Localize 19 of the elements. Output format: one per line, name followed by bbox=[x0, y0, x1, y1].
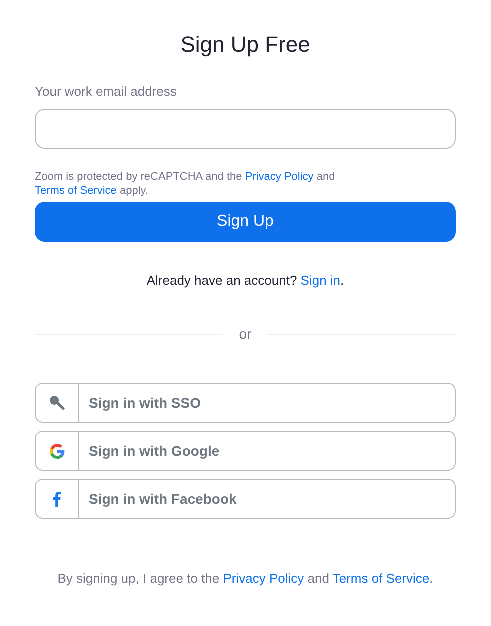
terms-footer: By signing up, I agree to the Privacy Policy and Terms of Service. bbox=[58, 569, 434, 588]
text-link[interactable]: Terms of Service bbox=[332, 571, 430, 586]
sign-in-provider-button[interactable]: Sign in with Facebook bbox=[35, 479, 456, 519]
divider-label: or bbox=[239, 325, 252, 344]
account-prompt: Already have an account? Sign in. bbox=[146, 272, 344, 290]
recaptcha-notice: Zoom is protected by reCAPTCHA and the Privacy Policy and Terms of Service apply. bbox=[35, 170, 336, 198]
field-label: Your work email address bbox=[35, 83, 177, 101]
text-link[interactable]: Privacy Policy bbox=[223, 571, 304, 586]
text-link[interactable]: Terms of Service bbox=[35, 184, 117, 196]
google-g-icon bbox=[50, 444, 64, 458]
text-link[interactable]: Privacy Policy bbox=[245, 170, 314, 182]
sign-in-provider-button[interactable]: Sign in with Google bbox=[35, 431, 456, 471]
text-link[interactable]: Sign in bbox=[300, 272, 341, 288]
page-title: Sign Up Free bbox=[180, 31, 310, 59]
sign-up-button[interactable]: Sign Up bbox=[35, 202, 456, 242]
email-input-field[interactable] bbox=[35, 108, 456, 148]
key-icon bbox=[48, 394, 66, 412]
sign-in-provider-button[interactable]: Sign in with SSO bbox=[35, 383, 456, 423]
facebook-f-icon bbox=[53, 492, 61, 506]
